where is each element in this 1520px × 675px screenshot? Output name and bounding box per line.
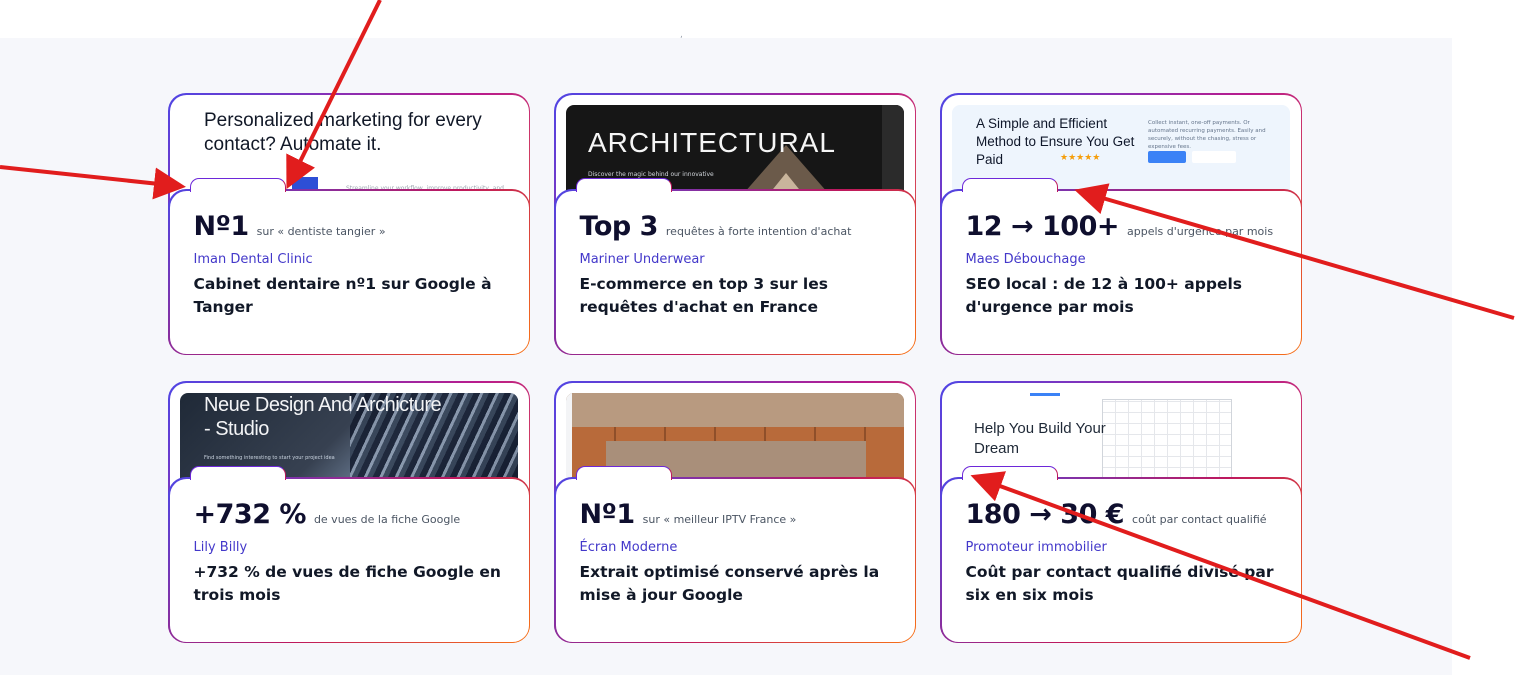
client-name: Mariner Underwear <box>579 251 705 267</box>
card-metric: 12 → 100+ appels d'urgence par mois <box>966 211 1277 242</box>
metric-value: Nº1 <box>579 498 636 530</box>
metric-description: appels d'urgence par mois <box>1126 224 1274 238</box>
card-info-panel: +732 % de vues de la fiche Google Lily B… <box>168 477 530 643</box>
case-study-card[interactable]: ARCHITECTURAL Discover the magic behind … <box>554 93 916 355</box>
card-tab-notch <box>962 466 1058 480</box>
card-info-panel: 180 → 30 € coût par contact qualifié Pro… <box>940 477 1302 643</box>
case-study-card[interactable]: A Simple and Efficient Method to Ensure … <box>940 93 1302 355</box>
case-study-card[interactable]: Nº1 sur « meilleur IPTV France » Écran M… <box>554 381 916 643</box>
metric-value: Nº1 <box>193 210 250 242</box>
client-name: Écran Moderne <box>579 539 678 555</box>
metric-value: 180 → 30 € <box>965 498 1125 530</box>
card-info-panel: Nº1 sur « dentiste tangier » Iman Dental… <box>168 189 530 355</box>
card-metric: Top 3 requêtes à forte intention d'achat <box>580 211 891 242</box>
card-title[interactable]: Cabinet dentaire nº1 sur Google à Tanger <box>194 273 512 319</box>
thumbnail-wall <box>566 393 904 427</box>
metric-description: de vues de la fiche Google <box>313 512 461 526</box>
card-title[interactable]: Extrait optimisé conservé après la mise … <box>580 561 898 607</box>
thumbnail-nav-tag <box>1030 393 1060 396</box>
card-metric: Nº1 sur « meilleur IPTV France » <box>580 499 891 530</box>
card-info-panel: 12 → 100+ appels d'urgence par mois Maes… <box>940 189 1302 355</box>
card-tab-notch <box>962 178 1058 192</box>
card-metric: +732 % de vues de la fiche Google <box>194 499 505 530</box>
metric-description: sur « meilleur IPTV France » <box>642 512 797 526</box>
thumbnail-primary-button <box>1148 151 1186 163</box>
thumbnail-secondary-button <box>1192 151 1236 163</box>
client-name: Lily Billy <box>193 539 248 555</box>
metric-value: +732 % <box>193 498 307 530</box>
thumbnail-headline: ARCHITECTURAL <box>588 127 836 158</box>
card-tab-notch <box>576 178 672 192</box>
case-study-card[interactable]: Help You Build Your Dream 180 → 30 € coû… <box>940 381 1302 643</box>
card-tab-notch <box>576 466 672 480</box>
case-studies-grid: Personalized marketing for every contact… <box>168 93 1302 643</box>
metric-value: 12 → 100+ <box>965 210 1120 242</box>
client-name: Promoteur immobilier <box>965 539 1107 555</box>
card-title[interactable]: +732 % de vues de fiche Google en trois … <box>194 561 512 607</box>
header-fragment: , <box>680 30 683 40</box>
thumbnail-headline: Help You Build Your Dream <box>974 420 1106 457</box>
thumbnail-rating-stars: ★★★★★ <box>1060 153 1101 163</box>
client-name: Iman Dental Clinic <box>193 251 313 267</box>
case-study-card[interactable]: Personalized marketing for every contact… <box>168 93 530 355</box>
metric-description: requêtes à forte intention d'achat <box>665 224 852 238</box>
card-metric: Nº1 sur « dentiste tangier » <box>194 211 505 242</box>
thumbnail-headline: Neue Design And Archicture - Studio <box>204 394 442 440</box>
metric-description: sur « dentiste tangier » <box>256 224 386 238</box>
thumbnail-subtext: Find something interesting to start your… <box>204 455 335 461</box>
metric-description: coût par contact qualifié <box>1132 512 1267 526</box>
metric-value: Top 3 <box>579 210 659 242</box>
client-name: Maes Débouchage <box>965 251 1086 267</box>
card-title[interactable]: E-commerce en top 3 sur les requêtes d'a… <box>580 273 898 319</box>
card-tab-notch <box>190 466 286 480</box>
thumbnail-paragraph: Collect instant, one-off payments. Or au… <box>1148 120 1266 150</box>
case-study-card[interactable]: Neue Design And Archicture - Studio Find… <box>168 381 530 643</box>
card-title[interactable]: Coût par contact qualifié divisé par six… <box>966 561 1284 607</box>
card-info-panel: Nº1 sur « meilleur IPTV France » Écran M… <box>554 477 916 643</box>
card-metric: 180 → 30 € coût par contact qualifié <box>966 499 1277 530</box>
card-tab-notch <box>190 178 286 192</box>
thumbnail-headline: Personalized marketing for every contact… <box>204 110 482 155</box>
card-info-panel: Top 3 requêtes à forte intention d'achat… <box>554 189 916 355</box>
card-title[interactable]: SEO local : de 12 à 100+ appels d'urgenc… <box>966 273 1284 319</box>
thumbnail-subtext: Discover the magic behind our innovative <box>588 171 714 178</box>
